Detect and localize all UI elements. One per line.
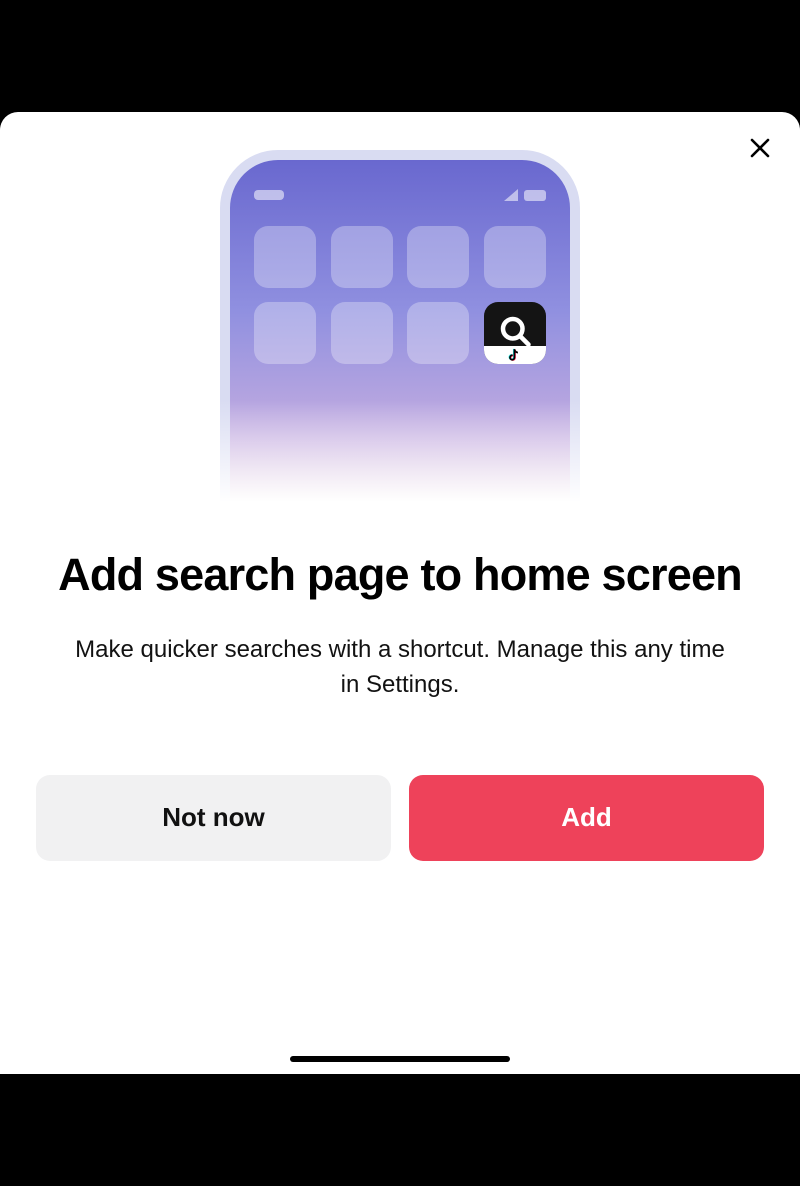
not-now-button[interactable]: Not now (36, 775, 391, 861)
app-grid (254, 226, 546, 364)
modal-title: Add search page to home screen (18, 548, 782, 601)
battery-icon (524, 190, 546, 201)
close-button[interactable] (742, 130, 778, 166)
app-tile-placeholder (331, 302, 393, 364)
app-tile-placeholder (407, 302, 469, 364)
search-shortcut-tile (484, 302, 546, 364)
phone-status-bar (254, 188, 546, 202)
phone-illustration (215, 150, 585, 520)
time-placeholder-icon (254, 190, 284, 200)
tiktok-icon (508, 348, 522, 362)
add-button[interactable]: Add (409, 775, 764, 861)
modal-subtitle: Make quicker searches with a shortcut. M… (0, 633, 800, 703)
app-tile-placeholder (254, 302, 316, 364)
tiktok-strip (484, 346, 546, 364)
app-tile-placeholder (484, 226, 546, 288)
app-tile-placeholder (254, 226, 316, 288)
signal-icon (504, 189, 518, 201)
close-icon (748, 136, 772, 160)
app-tile-placeholder (407, 226, 469, 288)
home-indicator[interactable] (290, 1056, 510, 1062)
phone-frame (220, 150, 580, 520)
app-tile-placeholder (331, 226, 393, 288)
add-to-home-modal: Add search page to home screen Make quic… (0, 112, 800, 1074)
button-row: Not now Add (0, 775, 800, 861)
search-icon (497, 313, 533, 349)
